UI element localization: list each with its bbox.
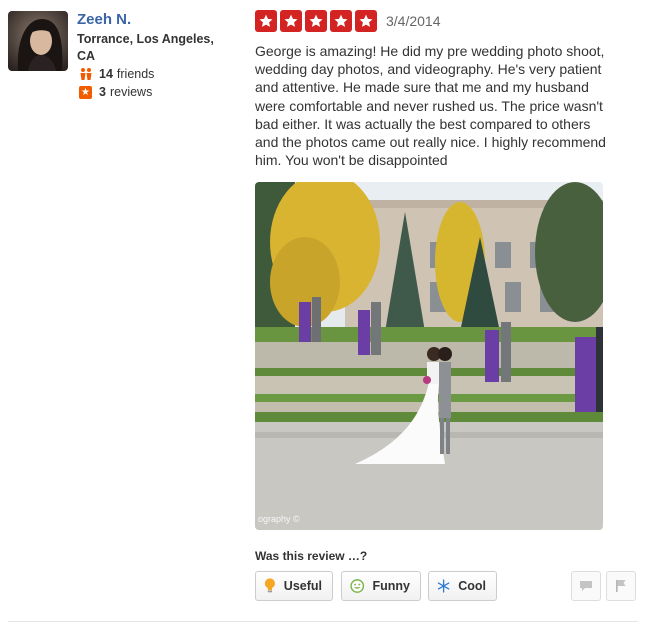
useful-label: Useful [283, 579, 322, 593]
reviews-count: 3 [99, 85, 106, 99]
friends-icon [80, 68, 92, 80]
reviews-count-stat: ★ 3 reviews [79, 85, 152, 99]
funny-label: Funny [372, 579, 411, 593]
friends-count: 14 [99, 67, 113, 81]
snowflake-icon [437, 579, 450, 593]
cool-label: Cool [458, 579, 486, 593]
star-icon [330, 10, 352, 32]
user-location: Torrance, Los Angeles, CA [77, 32, 214, 63]
review-divider [8, 621, 638, 622]
review-feedback-question: Was this review …? [255, 549, 368, 563]
review-date: 3/4/2014 [386, 13, 441, 29]
star-icon [305, 10, 327, 32]
star-review-icon: ★ [79, 85, 92, 99]
star-icon [280, 10, 302, 32]
comment-button[interactable] [571, 571, 601, 601]
star-icon [255, 10, 277, 32]
funny-button[interactable]: Funny [341, 571, 421, 601]
user-avatar[interactable] [8, 11, 68, 71]
friends-count-stat: 14 friends [79, 67, 154, 81]
speech-bubble-icon [580, 581, 592, 591]
friends-label: friends [116, 67, 155, 81]
flag-icon [616, 580, 626, 592]
flag-button[interactable] [606, 571, 636, 601]
lightbulb-icon [264, 578, 275, 593]
review-photo[interactable]: ography © [255, 182, 603, 530]
useful-button[interactable]: Useful [255, 571, 333, 601]
reviews-label: reviews [109, 85, 153, 99]
smiley-icon [350, 579, 365, 593]
photo-credit: ography © [258, 514, 300, 524]
star-rating [255, 10, 380, 32]
user-name-link[interactable]: Zeeh N. [77, 11, 131, 28]
cool-button[interactable]: Cool [428, 571, 497, 601]
star-icon [355, 10, 377, 32]
review-text: George is amazing! He did my pre wedding… [255, 43, 606, 169]
